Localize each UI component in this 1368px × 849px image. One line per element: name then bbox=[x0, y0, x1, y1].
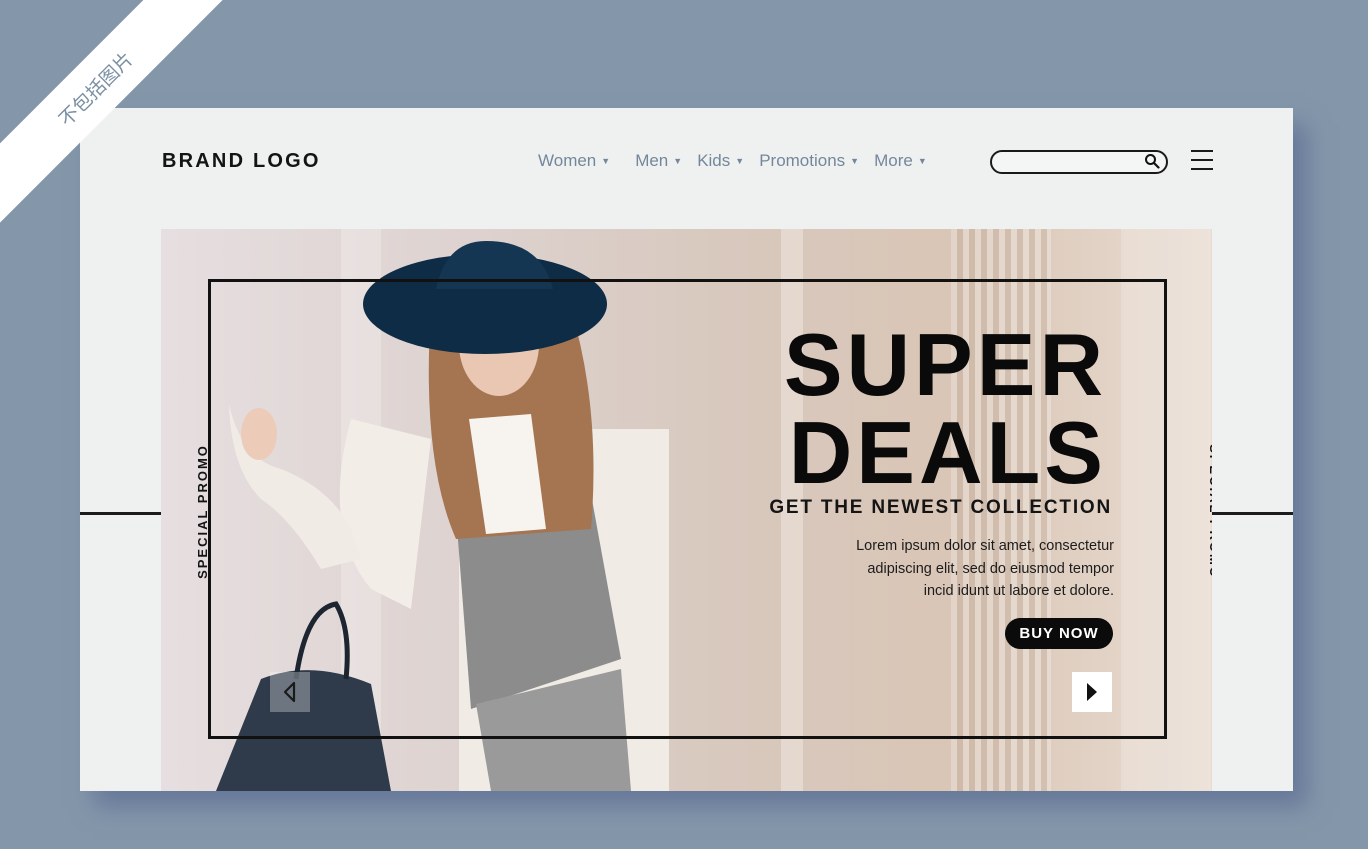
hero-description: Lorem ipsum dolor sit amet, consectetur … bbox=[794, 535, 1114, 603]
brand-logo[interactable]: BRAND LOGO bbox=[162, 150, 321, 173]
description-line-1: Lorem ipsum dolor sit amet, consectetur bbox=[856, 538, 1114, 554]
caret-down-icon: ▼ bbox=[735, 156, 745, 166]
divider-right bbox=[1212, 512, 1293, 515]
divider-left bbox=[80, 512, 162, 515]
nav-item-more[interactable]: More ▼ bbox=[874, 151, 927, 171]
nav-item-label: Women bbox=[538, 151, 597, 170]
nav-item-label: Promotions bbox=[759, 151, 846, 170]
side-label-right: SPECIAL PROMO bbox=[1206, 444, 1212, 579]
nav-item-label: More bbox=[874, 151, 913, 170]
carousel-next-button[interactable] bbox=[1072, 672, 1112, 712]
nav-item-label: Kids bbox=[697, 151, 731, 170]
hero-banner: SPECIAL PROMO SPECIAL PROMO SUPER DEALS … bbox=[161, 229, 1212, 791]
nav-item-men[interactable]: Men ▼ bbox=[635, 151, 682, 171]
nav-item-kids[interactable]: Kids ▼ bbox=[697, 151, 744, 171]
hero-headline: SUPER DEALS bbox=[784, 321, 1107, 497]
side-label-left: SPECIAL PROMO bbox=[194, 444, 210, 579]
carousel-prev-button[interactable] bbox=[270, 672, 310, 712]
hamburger-menu-icon[interactable] bbox=[1191, 150, 1213, 172]
arrow-left-icon bbox=[283, 681, 296, 703]
caret-down-icon: ▼ bbox=[917, 156, 927, 166]
hero-subheadline: GET THE NEWEST COLLECTION bbox=[769, 497, 1112, 518]
headline-line-2: DEALS bbox=[788, 403, 1107, 502]
nav-item-women[interactable]: Women ▼ bbox=[538, 151, 610, 171]
buy-now-button[interactable]: BUY NOW bbox=[1005, 618, 1113, 649]
caret-down-icon: ▼ bbox=[673, 156, 683, 166]
description-line-3: incid idunt ut labore et dolore. bbox=[923, 583, 1114, 599]
main-nav: Women ▼ Men ▼ Kids ▼ Promotions ▼ More ▼ bbox=[538, 151, 942, 171]
nav-item-label: Men bbox=[635, 151, 669, 170]
caret-down-icon: ▼ bbox=[601, 156, 611, 166]
arrow-right-icon bbox=[1087, 683, 1097, 701]
search-input[interactable] bbox=[990, 150, 1168, 174]
caret-down-icon: ▼ bbox=[850, 156, 860, 166]
search-icon[interactable] bbox=[1144, 153, 1160, 169]
description-line-2: adipiscing elit, sed do eiusmod tempor bbox=[867, 560, 1114, 577]
landing-page-card: BRAND LOGO Women ▼ Men ▼ Kids ▼ Promotio… bbox=[80, 108, 1293, 791]
headline-line-1: SUPER bbox=[783, 315, 1107, 414]
nav-item-promotions[interactable]: Promotions ▼ bbox=[759, 151, 859, 171]
